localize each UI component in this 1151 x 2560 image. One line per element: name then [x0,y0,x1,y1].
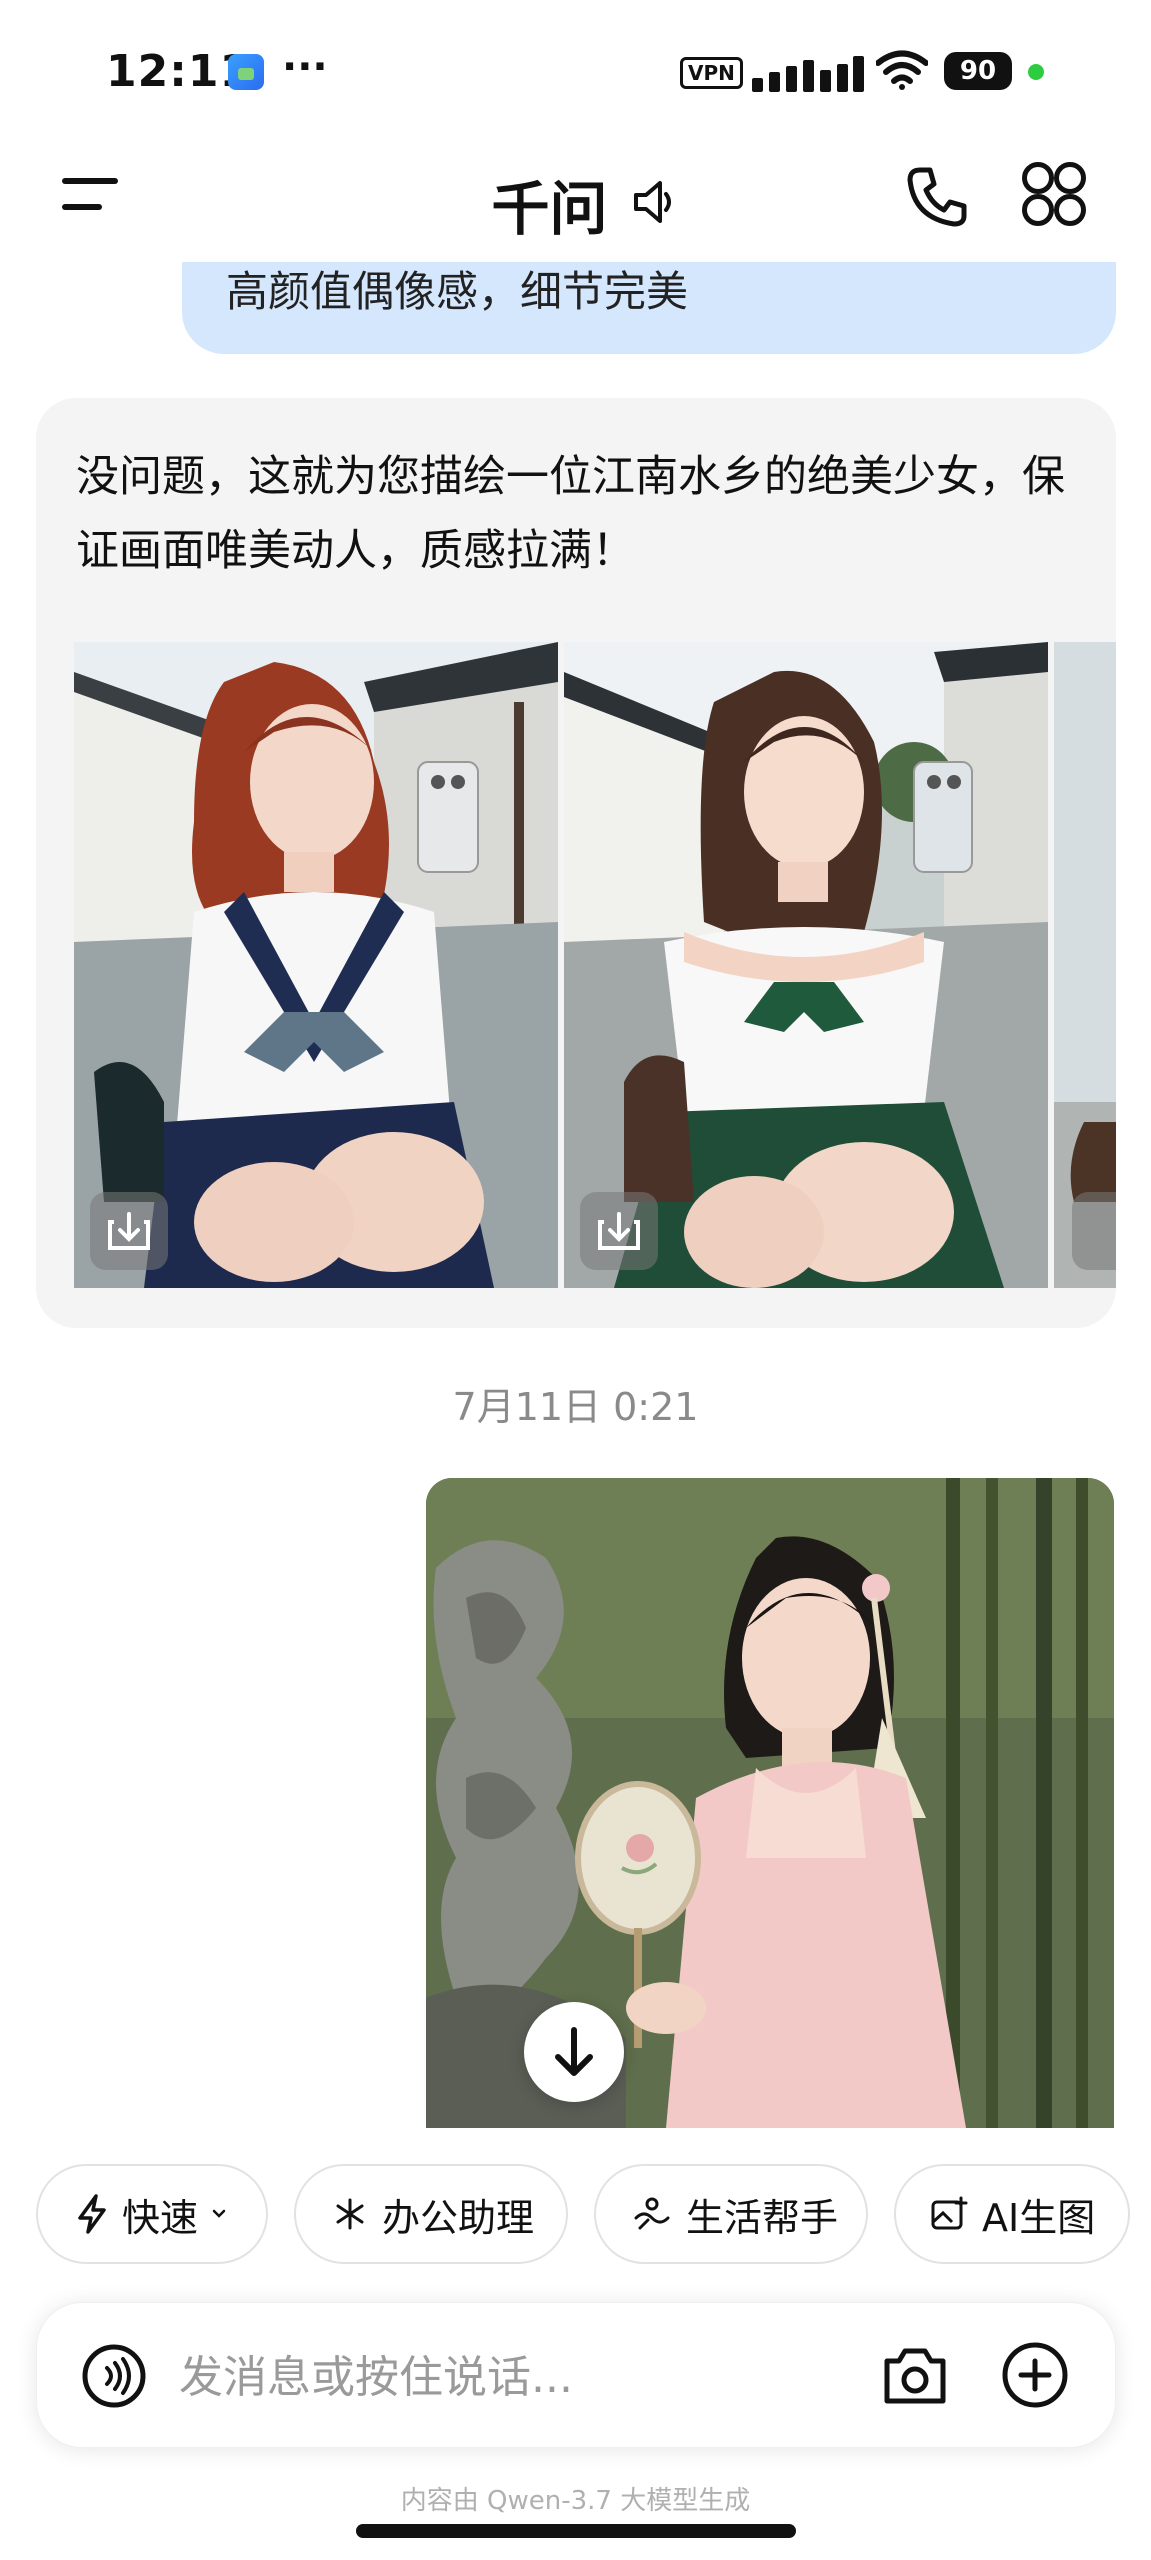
app-header: 千问 [0,140,1151,270]
arrow-down-icon [555,2027,593,2076]
generated-image[interactable] [564,642,1048,1288]
quick-action-chips: 快速 办公助理 生活帮手 AI生图 [0,2164,1151,2268]
ai-reply-text: 没问题，这就为您描绘一位江南水乡的绝美少女，保证画面唯美动人，质感拉满！ [76,452,1065,576]
ai-disclaimer: 内容由 Qwen-3.7 大模型生成 [400,2486,751,2516]
message-composer [36,2302,1116,2448]
page-title: 千问 [0,162,1151,246]
apps-grid-icon[interactable] [1022,162,1086,226]
message-input[interactable] [177,2339,881,2415]
vpn-badge: VPN [680,57,743,89]
cellular-signal-icon [752,52,864,92]
lightning-icon [78,2194,106,2234]
chip-label: 生活帮手 [686,2195,839,2240]
voice-mode-icon[interactable] [81,2343,147,2409]
chip-life-helper[interactable]: 生活帮手 [594,2164,868,2264]
speaker-icon[interactable] [632,178,676,226]
app-notification-icon [228,54,264,90]
download-icon [108,1212,150,1250]
page-title-text: 千问 [491,175,608,243]
phone-call-icon[interactable] [906,166,968,228]
generated-image[interactable] [1054,642,1116,1288]
image-plus-icon [931,2196,968,2230]
wifi-icon [876,50,928,90]
download-button[interactable] [1072,1192,1116,1270]
add-attachment-icon[interactable] [999,2339,1071,2411]
scroll-to-bottom-button[interactable] [524,2002,624,2102]
download-icon [598,1212,640,1250]
sparkle-icon [336,2198,364,2230]
home-indicator[interactable] [356,2524,796,2538]
wave-icon [634,2197,670,2230]
chip-ai-image[interactable]: AI生图 [894,2164,1130,2264]
chip-quick-mode[interactable]: 快速 [36,2164,268,2264]
download-button[interactable] [580,1192,658,1270]
privacy-indicator-dot [1028,64,1044,80]
battery-indicator: 90 [944,52,1012,90]
message-timestamp: 7月11日 0:21 [452,1385,699,1429]
download-button[interactable] [90,1192,168,1270]
generated-image[interactable] [74,642,558,1288]
more-notifications-icon: ··· [282,44,328,90]
chevron-down-icon [212,2209,226,2218]
chip-label: 快速 [122,2195,199,2240]
chip-office-assistant[interactable]: 办公助理 [294,2164,568,2264]
ai-reply-card: 没问题，这就为您描绘一位江南水乡的绝美少女，保证画面唯美动人，质感拉满！ [36,398,1116,1328]
chip-label: AI生图 [982,2195,1096,2240]
user-message-bubble: 高颜值偶像感，细节完美 [182,262,1116,354]
camera-icon[interactable] [881,2343,949,2409]
chip-label: 办公助理 [382,2195,535,2240]
user-message-text: 高颜值偶像感，细节完美 [226,267,689,316]
status-bar: 12:11 ··· VPN 90 [0,0,1151,140]
generated-image-gallery[interactable] [74,642,1116,1288]
